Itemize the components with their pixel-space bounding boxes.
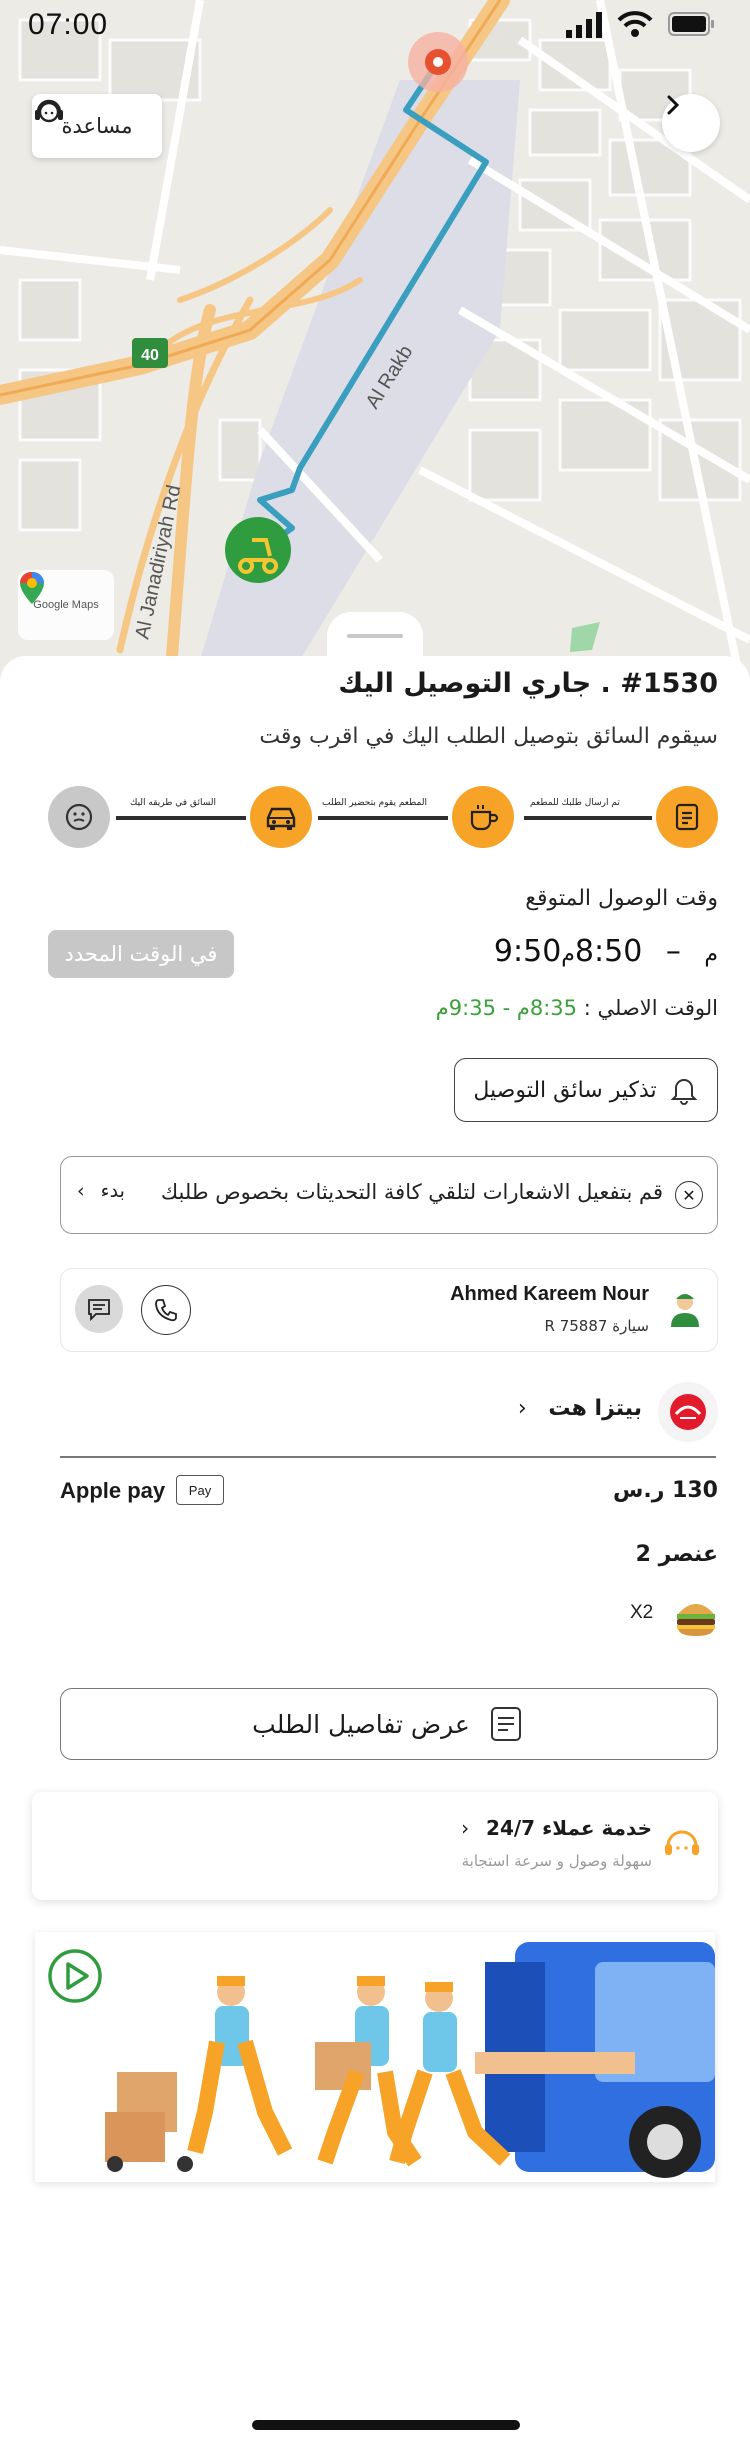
original-time-value: 8:35م - 9:35م <box>435 996 578 1020</box>
map-pin-icon <box>20 572 44 604</box>
notification-start-link[interactable]: ‹ بدء <box>77 1180 125 1202</box>
help-label: مساعدة <box>61 114 133 138</box>
eta-to: 9:50 <box>493 934 562 969</box>
driver-avatar-icon <box>667 1289 703 1333</box>
step-line <box>524 816 652 820</box>
order-total: 130 ر.س <box>613 1478 718 1503</box>
on-time-badge: في الوقت المحدد <box>48 930 234 978</box>
order-subtitle: سيقوم السائق بتوصيل الطلب اليك في اقرب و… <box>259 724 718 749</box>
chevron-left-icon: ‹ <box>461 1816 470 1840</box>
signal-icon <box>566 12 602 38</box>
support-title-row: خدمة عملاء 24/7 ‹ <box>461 1816 652 1840</box>
pizza-hut-logo-icon <box>670 1394 706 1430</box>
sheet-drag-handle[interactable] <box>327 612 423 662</box>
home-indicator[interactable] <box>252 2420 520 2430</box>
eta-label: وقت الوصول المتوقع <box>525 886 718 911</box>
support-subtitle: سهولة وصول و سرعة استجابة <box>461 1852 652 1870</box>
step-label-preparing: المطعم يقوم بتحضير الطلب <box>322 798 427 808</box>
items-count: عنصر 2 <box>635 1542 718 1567</box>
document-icon <box>490 1707 521 1741</box>
restaurant-logo[interactable] <box>658 1382 718 1442</box>
delivery-illustration <box>105 1942 715 2178</box>
order-title: #1530 . جاري التوصيل اليك <box>338 668 718 699</box>
support-headset-icon <box>662 1822 702 1866</box>
item-qty: X2 <box>630 1602 654 1623</box>
chat-icon <box>88 1299 110 1322</box>
eta-to-suffix: م <box>704 942 718 967</box>
bell-icon <box>670 1079 698 1105</box>
step-line <box>318 816 448 820</box>
cup-icon <box>470 805 499 831</box>
restaurant-name: بيتزا هت <box>548 1396 642 1421</box>
chevron-left-icon: ‹ <box>517 1396 527 1421</box>
divider <box>60 1456 716 1458</box>
google-maps-logo[interactable]: Google Maps <box>18 570 114 640</box>
step-preparing <box>452 786 514 848</box>
order-details-label: عرض تفاصيل الطلب <box>252 1709 470 1739</box>
message-driver-button[interactable] <box>75 1285 123 1333</box>
chevron-left-icon: ‹ <box>77 1180 85 1202</box>
step-driver <box>250 786 312 848</box>
apple-pay-badge: Pay <box>176 1475 224 1505</box>
status-bar: 07:00 <box>0 0 750 50</box>
burger-icon <box>677 1604 715 1636</box>
original-time-label: الوقت الاصلي : <box>583 996 718 1020</box>
apple-pay-badge-text: Pay <box>188 1482 212 1498</box>
chevron-right-icon <box>667 95 680 115</box>
battery-icon <box>668 12 714 36</box>
customer-service-card[interactable]: خدمة عملاء 24/7 ‹ سهولة وصول و سرعة استج… <box>32 1792 718 1900</box>
step-label-sent: تم ارسال طلبك للمطعم <box>530 798 620 808</box>
promo-video-banner[interactable] <box>35 1932 715 2182</box>
driver-card: Ahmed Kareem Nour سيارة R 75887 <box>60 1268 718 1352</box>
eta-range: 9:50 م – 8:50م <box>494 934 718 969</box>
notification-banner[interactable]: ✕ قم بتفعيل الاشعارات لتلقي كافة التحديث… <box>60 1156 718 1234</box>
help-button[interactable]: مساعدة <box>32 94 162 158</box>
step-sent <box>656 786 718 848</box>
close-icon[interactable]: ✕ <box>675 1181 703 1209</box>
step-arrived <box>48 786 110 848</box>
road-badge-text: 40 <box>141 347 159 364</box>
eta-dash: – <box>665 934 681 969</box>
back-button[interactable] <box>662 94 720 152</box>
driver-name: Ahmed Kareem Nour <box>450 1283 649 1305</box>
order-details-button[interactable]: عرض تفاصيل الطلب <box>60 1688 718 1760</box>
eta-from-suffix: م <box>561 942 575 967</box>
receipt-icon <box>675 803 699 831</box>
original-time: الوقت الاصلي : 8:35م - 9:35م <box>436 996 718 1020</box>
remind-driver-label: تذكير سائق التوصيل <box>473 1077 657 1103</box>
driver-scooter-icon <box>225 517 291 583</box>
wifi-icon <box>617 11 653 37</box>
payment-method: Apple pay <box>60 1478 166 1503</box>
driver-car: سيارة R 75887 <box>544 1317 649 1335</box>
notification-text: قم بتفعيل الاشعارات لتلقي كافة التحديثات… <box>160 1180 663 1204</box>
status-time: 07:00 <box>28 8 109 41</box>
restaurant-link[interactable]: بيتزا هت ‹ <box>518 1396 642 1421</box>
play-icon[interactable] <box>47 1948 103 2004</box>
headset-icon <box>35 99 63 123</box>
step-label-on-way: السائق في طريقه اليك <box>130 798 216 808</box>
notification-action: بدء <box>100 1180 125 1202</box>
eta-from: 8:50 <box>574 934 643 969</box>
map-view[interactable]: 40 Al Rakb Al Janadiriyah Rd 07:00 مساعد… <box>0 0 750 680</box>
support-title: خدمة عملاء 24/7 <box>486 1816 652 1840</box>
step-line <box>116 816 246 820</box>
remind-driver-button[interactable]: تذكير سائق التوصيل <box>454 1058 718 1122</box>
call-driver-button[interactable] <box>141 1285 191 1335</box>
car-icon <box>266 807 296 830</box>
face-icon <box>65 803 93 831</box>
phone-icon <box>155 1299 177 1322</box>
